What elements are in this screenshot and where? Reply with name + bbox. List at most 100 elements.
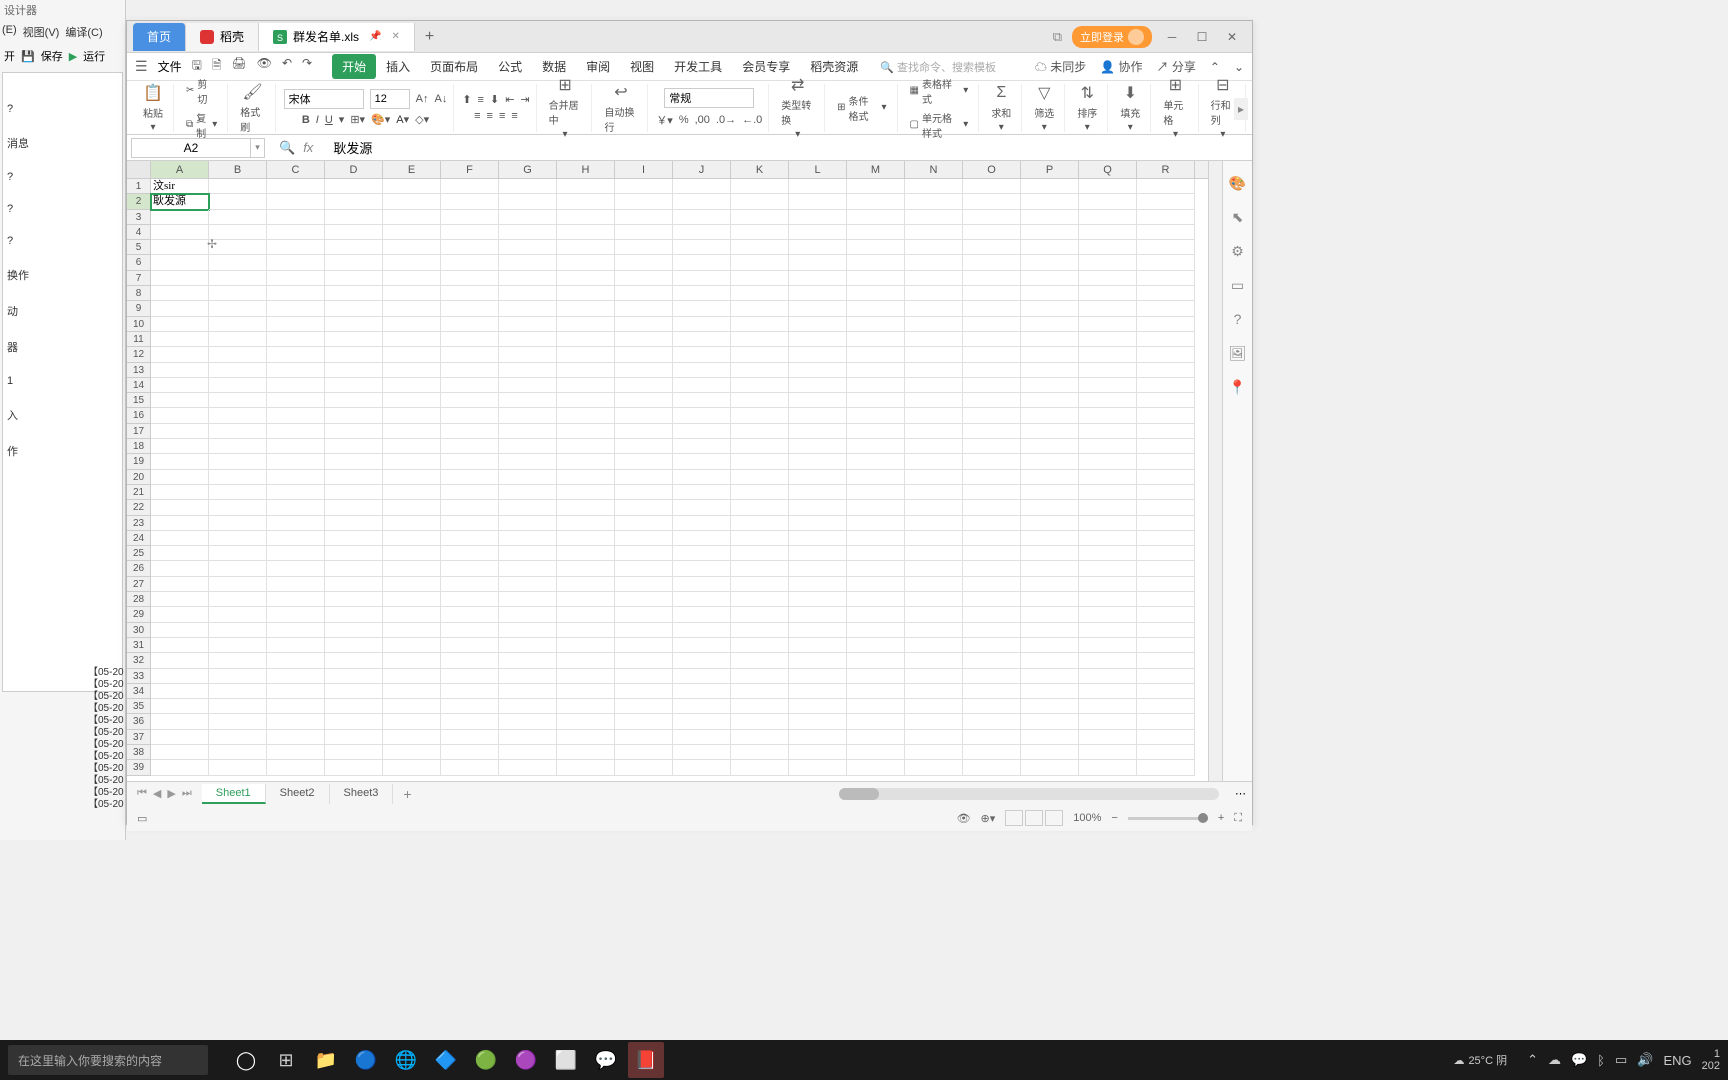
cell-P20[interactable] <box>1021 470 1079 485</box>
cell-A30[interactable] <box>151 623 209 638</box>
cell-B22[interactable] <box>209 500 267 515</box>
cell-P15[interactable] <box>1021 393 1079 408</box>
cell-K39[interactable] <box>731 760 789 775</box>
close-tab-icon[interactable]: ✕ <box>392 31 400 42</box>
col-header-O[interactable]: O <box>963 161 1021 178</box>
cell-A5[interactable] <box>151 240 209 255</box>
cell-N5[interactable] <box>905 240 963 255</box>
cell-L13[interactable] <box>789 363 847 378</box>
taskbar-explorer-icon[interactable]: 📁 <box>308 1042 344 1078</box>
cell-J21[interactable] <box>673 485 731 500</box>
cell-N8[interactable] <box>905 286 963 301</box>
menu-tab-2[interactable]: 页面布局 <box>420 54 488 79</box>
cell-C32[interactable] <box>267 653 325 668</box>
taskbar-search[interactable]: 在这里输入你要搜索的内容 <box>8 1045 208 1075</box>
cell-K35[interactable] <box>731 699 789 714</box>
cell-N1[interactable] <box>905 179 963 194</box>
cell-A34[interactable] <box>151 684 209 699</box>
cell-M25[interactable] <box>847 546 905 561</box>
view-pagelayout-button[interactable] <box>1045 810 1063 826</box>
cell-R32[interactable] <box>1137 653 1195 668</box>
ide-tree[interactable]: ?消息???换作动器1入作 <box>2 72 123 692</box>
cell-I35[interactable] <box>615 699 673 714</box>
cell-N37[interactable] <box>905 730 963 745</box>
cell-A28[interactable] <box>151 592 209 607</box>
cell-Q1[interactable] <box>1079 179 1137 194</box>
cell-G33[interactable] <box>499 669 557 684</box>
cell-Q13[interactable] <box>1079 363 1137 378</box>
font-size-select[interactable] <box>370 89 410 109</box>
cell-P10[interactable] <box>1021 317 1079 332</box>
cell-C13[interactable] <box>267 363 325 378</box>
taskbar-clock[interactable]: 1202 <box>1702 1048 1720 1072</box>
cell-E2[interactable] <box>383 194 441 209</box>
name-box-dropdown[interactable]: ▾ <box>251 138 265 158</box>
cell-B16[interactable] <box>209 408 267 423</box>
cell-N18[interactable] <box>905 439 963 454</box>
cell-O26[interactable] <box>963 561 1021 576</box>
cell-B27[interactable] <box>209 577 267 592</box>
cell-K18[interactable] <box>731 439 789 454</box>
side-resource-icon[interactable]: 🖼 <box>1229 345 1247 363</box>
row-header-25[interactable]: 25 <box>127 546 150 561</box>
cell-M5[interactable] <box>847 240 905 255</box>
cell-H20[interactable] <box>557 470 615 485</box>
cell-K4[interactable] <box>731 225 789 240</box>
cell-J37[interactable] <box>673 730 731 745</box>
tray-app-icon[interactable]: 💬 <box>1571 1052 1587 1068</box>
ide-tree-item[interactable]: ? <box>3 193 122 225</box>
row-header-22[interactable]: 22 <box>127 500 150 515</box>
cell-M2[interactable] <box>847 194 905 209</box>
cell-Q24[interactable] <box>1079 531 1137 546</box>
cell-O35[interactable] <box>963 699 1021 714</box>
cell-D38[interactable] <box>325 745 383 760</box>
cell-G2[interactable] <box>499 194 557 209</box>
cell-J16[interactable] <box>673 408 731 423</box>
window-mode-icon[interactable]: ⧉ <box>1053 29 1062 45</box>
login-button[interactable]: 立即登录 <box>1072 26 1152 48</box>
cell-G38[interactable] <box>499 745 557 760</box>
cell-M19[interactable] <box>847 454 905 469</box>
cell-E37[interactable] <box>383 730 441 745</box>
cell-L25[interactable] <box>789 546 847 561</box>
cell-G21[interactable] <box>499 485 557 500</box>
row-header-3[interactable]: 3 <box>127 210 150 225</box>
cell-A6[interactable] <box>151 255 209 270</box>
currency-icon[interactable]: ￥▾ <box>656 112 673 128</box>
cell-R10[interactable] <box>1137 317 1195 332</box>
cell-H13[interactable] <box>557 363 615 378</box>
cell-J36[interactable] <box>673 714 731 729</box>
cell-K17[interactable] <box>731 424 789 439</box>
cell-L32[interactable] <box>789 653 847 668</box>
cell-C25[interactable] <box>267 546 325 561</box>
cell-P11[interactable] <box>1021 332 1079 347</box>
cell-M36[interactable] <box>847 714 905 729</box>
cell-A33[interactable] <box>151 669 209 684</box>
cell-C35[interactable] <box>267 699 325 714</box>
row-header-13[interactable]: 13 <box>127 363 150 378</box>
cell-J9[interactable] <box>673 301 731 316</box>
cell-E24[interactable] <box>383 531 441 546</box>
cell-M26[interactable] <box>847 561 905 576</box>
cell-A17[interactable] <box>151 424 209 439</box>
row-header-39[interactable]: 39 <box>127 760 150 775</box>
row-header-18[interactable]: 18 <box>127 439 150 454</box>
cell-F36[interactable] <box>441 714 499 729</box>
cell-N31[interactable] <box>905 638 963 653</box>
collab-button[interactable]: 👤 协作 <box>1100 58 1142 75</box>
cell-N16[interactable] <box>905 408 963 423</box>
cell-O1[interactable] <box>963 179 1021 194</box>
cell-B32[interactable] <box>209 653 267 668</box>
cell-M39[interactable] <box>847 760 905 775</box>
cell-B12[interactable] <box>209 347 267 362</box>
cell-R20[interactable] <box>1137 470 1195 485</box>
cell-P17[interactable] <box>1021 424 1079 439</box>
cell-P2[interactable] <box>1021 194 1079 209</box>
cell-J17[interactable] <box>673 424 731 439</box>
cell-P12[interactable] <box>1021 347 1079 362</box>
select-all-corner[interactable] <box>127 161 151 178</box>
cell-M9[interactable] <box>847 301 905 316</box>
cell-N30[interactable] <box>905 623 963 638</box>
cell-D33[interactable] <box>325 669 383 684</box>
cell-I22[interactable] <box>615 500 673 515</box>
